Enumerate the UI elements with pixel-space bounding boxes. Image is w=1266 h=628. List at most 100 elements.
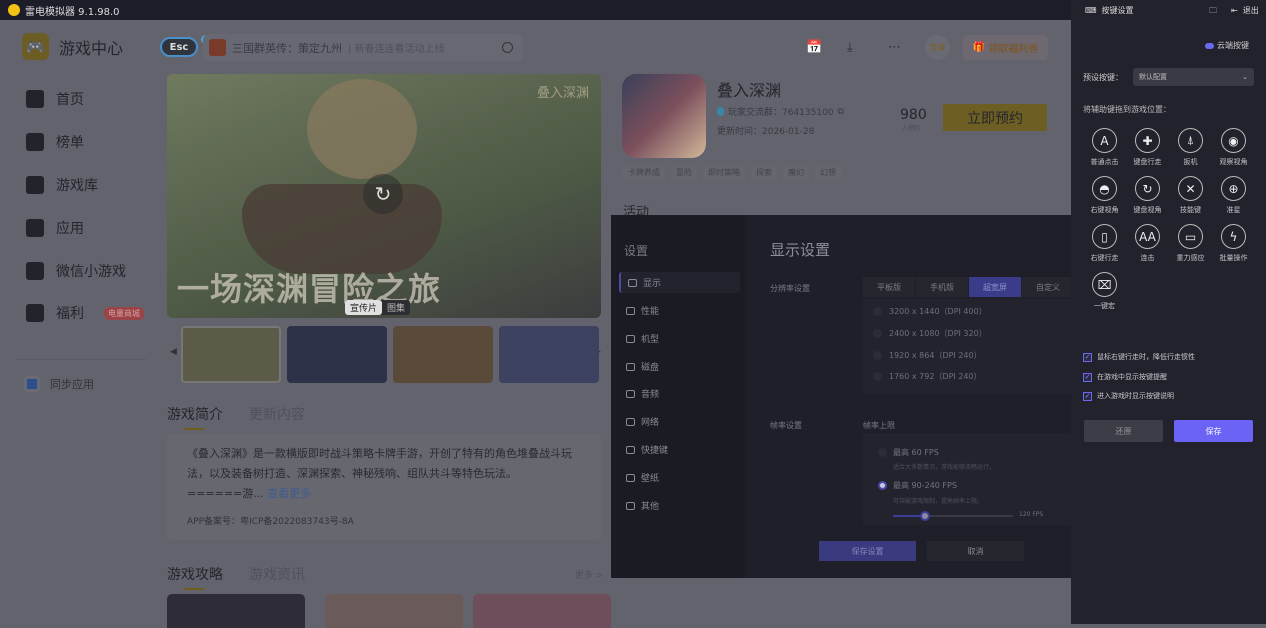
settings-item-disk[interactable]: 磁盘 [619,356,740,377]
settings-dialog: 设置 显示 性能 机型 磁盘 音频 网络 快捷键 壁纸 其他 显示设置 分辨率设… [611,215,1074,578]
tag[interactable]: 魔幻 [783,165,809,180]
sidebar-item-library[interactable]: 游戏库 [26,175,98,195]
tab-tablet[interactable]: 平板版 [863,277,915,297]
settings-item-performance[interactable]: 性能 [619,300,740,321]
banner[interactable]: 叠入深渊 一场深渊冒险之旅 ↻ 宣传片 图集 [167,74,601,318]
resolution-option[interactable]: 3200 x 1440（DPI 400） [873,306,987,317]
key-tool[interactable]: ⍋ 扳机 [1169,128,1212,167]
replay-icon[interactable]: ↻ [363,174,403,214]
save-button[interactable]: 保存 [1174,420,1253,442]
tab-updates[interactable]: 更新内容 [249,404,305,424]
resolution-option[interactable]: 1920 x 864（DPI 240） [873,350,982,361]
download-icon[interactable]: ⤓ [847,40,853,55]
resolution-option[interactable]: 1760 x 792（DPI 240） [873,371,982,382]
more-link[interactable]: 更多 > [575,568,603,581]
fps-slider[interactable] [893,511,1013,521]
tag[interactable]: 冒险 [671,165,697,180]
tab-ultrawide[interactable]: 超宽屏 [969,277,1021,297]
settings-item-wallpaper[interactable]: 壁纸 [619,467,740,488]
prev-arrow-icon[interactable]: ◀ [170,347,177,357]
search-icon[interactable] [502,42,513,53]
checkbox-show-hints[interactable]: ✓ 在游戏中显示按键提醒 [1083,372,1167,382]
radio[interactable] [873,372,882,381]
checkbox-checked-icon[interactable]: ✓ [1083,352,1092,362]
key-tool[interactable]: ✕ 技能键 [1169,176,1212,215]
save-settings-button[interactable]: 保存设置 [819,541,916,561]
radio[interactable] [873,307,882,316]
copy-icon[interactable]: ⧉ [838,107,844,117]
checkbox-checked-icon[interactable]: ✓ [1083,372,1092,382]
tag[interactable]: 探索 [751,165,777,180]
sidebar-item-rank[interactable]: 榜单 [26,132,84,152]
settings-item-display[interactable]: 显示 [619,272,740,293]
tab-guides[interactable]: 游戏攻略 [167,564,223,590]
calendar-icon[interactable]: 📅 [806,40,822,55]
key-tool[interactable]: ⌧ 一键宏 [1083,272,1126,311]
exit-button[interactable]: ⇤ 退出 [1231,5,1259,16]
preset-select[interactable]: 默认配置 ⌄ [1133,68,1254,86]
key-tool[interactable]: ◓ 右键视角 [1083,176,1126,215]
cancel-button[interactable]: 取消 [927,541,1024,561]
key-tool[interactable]: ϟ 批量操作 [1212,224,1255,263]
sync-apps-button[interactable]: 同步应用 [24,376,94,392]
settings-item-network[interactable]: 网络 [619,411,740,432]
checkbox-checked-icon[interactable]: ✓ [1083,391,1092,401]
see-more-link[interactable]: 查看更多 [267,487,311,500]
sidebar-item-welfare[interactable]: 福利 电量商城 [26,303,144,323]
key-tool[interactable]: ⊕ 准星 [1212,176,1255,215]
settings-item-shortcuts[interactable]: 快捷键 [619,439,740,460]
tab-intro[interactable]: 游戏简介 [167,404,223,430]
tab-gallery[interactable]: 图集 [382,300,410,315]
reset-button[interactable]: 还原 [1084,420,1163,442]
guide-card[interactable] [167,594,305,628]
key-tool[interactable]: ▭ 重力感应 [1169,224,1212,263]
thumbnail[interactable] [393,326,493,383]
search-bar[interactable]: 三国群英传：策定九州 | 新春连连看活动上线 [203,34,523,61]
sidebar-item-apps[interactable]: 应用 [26,218,84,238]
radio[interactable] [878,448,887,457]
tag[interactable]: 即时策略 [703,165,745,180]
tab-news[interactable]: 游戏资讯 [249,564,305,584]
fps-option-240[interactable]: 最高 90-240 FPS [878,480,957,491]
radio[interactable] [873,329,882,338]
folder-icon[interactable]: 🗀 [1209,5,1217,19]
checkbox-show-guide[interactable]: ✓ 进入游戏时显示按键说明 [1083,391,1174,401]
guide-card[interactable] [325,594,463,628]
guide-card[interactable] [473,594,611,628]
thumbnail[interactable] [181,326,281,383]
resolution-option[interactable]: 2400 x 1080（DPI 320） [873,328,987,339]
thumbnail[interactable] [287,326,387,383]
settings-item-model[interactable]: 机型 [619,328,740,349]
sidebar-item-wechat-games[interactable]: 微信小游戏 [26,261,126,281]
settings-item-audio[interactable]: 音频 [619,383,740,404]
slider-knob[interactable] [920,511,931,521]
more-icon[interactable]: ⋯ [888,40,901,55]
login-button[interactable]: 登录 [925,35,950,60]
fps-option-60[interactable]: 最高 60 FPS [878,447,939,458]
sidebar-item-home[interactable]: 首页 [26,89,84,109]
checkbox-reduce-inertia[interactable]: ✓ 鼠标右键行走时，降低行走惯性 [1083,352,1195,362]
tab-phone[interactable]: 手机版 [916,277,968,297]
tab-custom[interactable]: 自定义 [1022,277,1074,297]
palette-icon [626,473,635,482]
esc-button[interactable]: Esc [160,37,198,57]
tag[interactable]: 卡牌养成 [623,165,665,180]
reserve-button[interactable]: 立即预约 [943,104,1047,131]
player-group[interactable]: 玩家交流群：764135100 ⧉ [717,105,844,118]
radio[interactable] [873,351,882,360]
thumbnail[interactable] [499,326,599,383]
settings-item-other[interactable]: 其他 [619,495,740,516]
cloud-keys-button[interactable]: 云端按键 [1205,40,1249,51]
tab-video[interactable]: 宣传片 [345,300,383,315]
key-tool[interactable]: AA 连击 [1126,224,1169,263]
key-tool[interactable]: ◉ 观察视角 [1212,128,1255,167]
key-tool[interactable]: ▯ 右键行走 [1083,224,1126,263]
coupon-button[interactable]: 🎁 领取福利券 [963,35,1048,60]
item-label: 壁纸 [641,474,660,484]
thumbnail-strip [181,326,599,383]
key-tool[interactable]: A 普通点击 [1083,128,1126,167]
radio-selected[interactable] [878,481,887,490]
key-tool[interactable]: ↻ 键盘视角 [1126,176,1169,215]
key-tool[interactable]: ✚ 键盘行走 [1126,128,1169,167]
tag[interactable]: 幻想 [815,165,841,180]
